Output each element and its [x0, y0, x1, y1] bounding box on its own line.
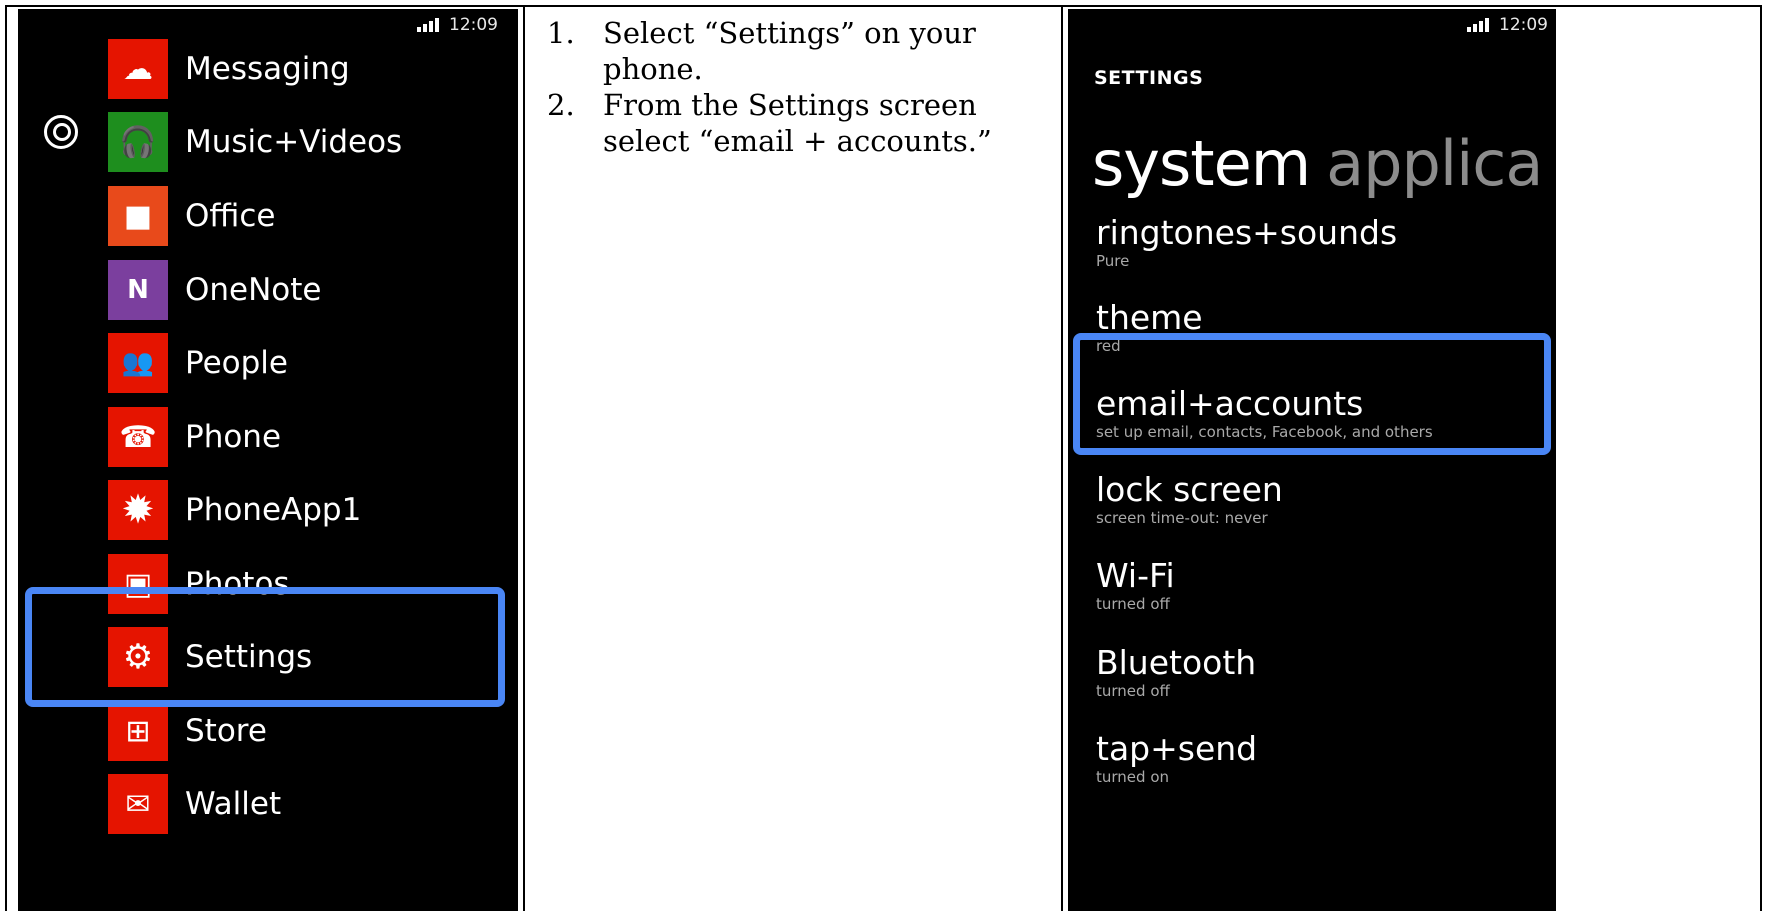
- people-icon: 👥: [108, 333, 168, 393]
- app-label: Wallet: [185, 786, 282, 822]
- app-label: People: [185, 345, 288, 381]
- app-item-onenote[interactable]: N OneNote: [108, 260, 322, 320]
- settings-item-title: Bluetooth: [1096, 643, 1257, 682]
- signal-icon: [1467, 18, 1489, 32]
- email-accounts-highlight-box: [1073, 333, 1551, 455]
- pivot-header: system applica: [1092, 127, 1543, 200]
- status-bar: 12:09: [1467, 15, 1548, 35]
- settings-item-subtitle: turned off: [1096, 682, 1170, 700]
- app-label: PhoneApp1: [185, 492, 362, 528]
- app-label: OneNote: [185, 272, 322, 308]
- app-label: Messaging: [185, 51, 350, 87]
- table-border-right: [1760, 5, 1762, 911]
- office-icon: ■: [108, 186, 168, 246]
- pivot-tab-applications[interactable]: applica: [1326, 127, 1543, 200]
- instruction-steps: 1. Select “Settings” on your phone. 2. F…: [529, 9, 1056, 159]
- settings-item-title: ringtones+sounds: [1096, 213, 1398, 252]
- settings-item-title: lock screen: [1096, 470, 1283, 509]
- app-item-office[interactable]: ■ Office: [108, 186, 276, 246]
- step-text: From the Settings screen select “email +…: [603, 88, 992, 158]
- settings-item-lock-screen[interactable]: lock screen screen time-out: never: [1096, 470, 1283, 528]
- wallet-icon: ✉: [108, 774, 168, 834]
- phone-icon: ☎: [108, 407, 168, 467]
- step-text: Select “Settings” on your phone.: [603, 16, 976, 86]
- instructions-panel: 1. Select “Settings” on your phone. 2. F…: [529, 9, 1056, 911]
- settings-item-title: tap+send: [1096, 729, 1258, 768]
- app-label: Phone: [185, 419, 282, 455]
- step-number: 2.: [547, 88, 575, 122]
- signal-icon: [417, 18, 439, 32]
- app-item-messaging[interactable]: ☁ Messaging: [108, 39, 350, 99]
- search-icon[interactable]: [44, 115, 78, 149]
- instruction-step: 2. From the Settings screen select “emai…: [547, 87, 1046, 159]
- settings-item-subtitle: Pure: [1096, 252, 1130, 270]
- settings-item-subtitle: turned off: [1096, 595, 1170, 613]
- app-label: Store: [185, 713, 267, 749]
- step-number: 1.: [547, 16, 575, 50]
- table-border-col2: [1061, 5, 1063, 911]
- app-label: Music+Videos: [185, 124, 403, 160]
- instruction-step: 1. Select “Settings” on your phone.: [547, 15, 1046, 87]
- settings-item-title: theme: [1096, 298, 1203, 337]
- settings-item-title: Wi-Fi: [1096, 556, 1175, 595]
- app-item-store[interactable]: ⊞ Store: [108, 701, 267, 761]
- status-bar: 12:09: [417, 15, 498, 35]
- settings-highlight-box: [25, 587, 505, 707]
- status-time: 12:09: [449, 15, 498, 35]
- settings-item-subtitle: turned on: [1096, 768, 1170, 786]
- store-icon: ⊞: [108, 701, 168, 761]
- app-label: Office: [185, 198, 276, 234]
- phone-app-list-screen: 12:09 ☁ Messaging 🎧 Music+Videos ■ Offic…: [18, 9, 518, 911]
- onenote-icon: N: [108, 260, 168, 320]
- app-item-phoneapp1[interactable]: ✹ PhoneApp1: [108, 480, 361, 540]
- messaging-icon: ☁: [108, 39, 168, 99]
- settings-item-ringtones-sounds[interactable]: ringtones+sounds Pure: [1096, 213, 1398, 271]
- app-item-wallet[interactable]: ✉ Wallet: [108, 774, 281, 834]
- starburst-icon: ✹: [108, 480, 168, 540]
- table-top-border: [5, 5, 1762, 7]
- settings-item-subtitle: screen time-out: never: [1096, 509, 1268, 527]
- settings-item-bluetooth[interactable]: Bluetooth turned off: [1096, 643, 1257, 701]
- table-border-col1: [523, 5, 525, 911]
- app-item-music-videos[interactable]: 🎧 Music+Videos: [108, 112, 402, 172]
- settings-item-tap-send[interactable]: tap+send turned on: [1096, 729, 1258, 787]
- status-time: 12:09: [1499, 15, 1548, 35]
- settings-item-wifi[interactable]: Wi-Fi turned off: [1096, 556, 1175, 614]
- pivot-tab-system[interactable]: system: [1092, 127, 1311, 200]
- headphones-icon: 🎧: [108, 112, 168, 172]
- app-item-people[interactable]: 👥 People: [108, 333, 288, 393]
- app-item-phone[interactable]: ☎ Phone: [108, 407, 281, 467]
- phone-settings-screen: 12:09 SETTINGS system applica ringtones+s…: [1068, 9, 1556, 911]
- table-border-left: [5, 5, 7, 911]
- settings-header: SETTINGS: [1094, 67, 1204, 89]
